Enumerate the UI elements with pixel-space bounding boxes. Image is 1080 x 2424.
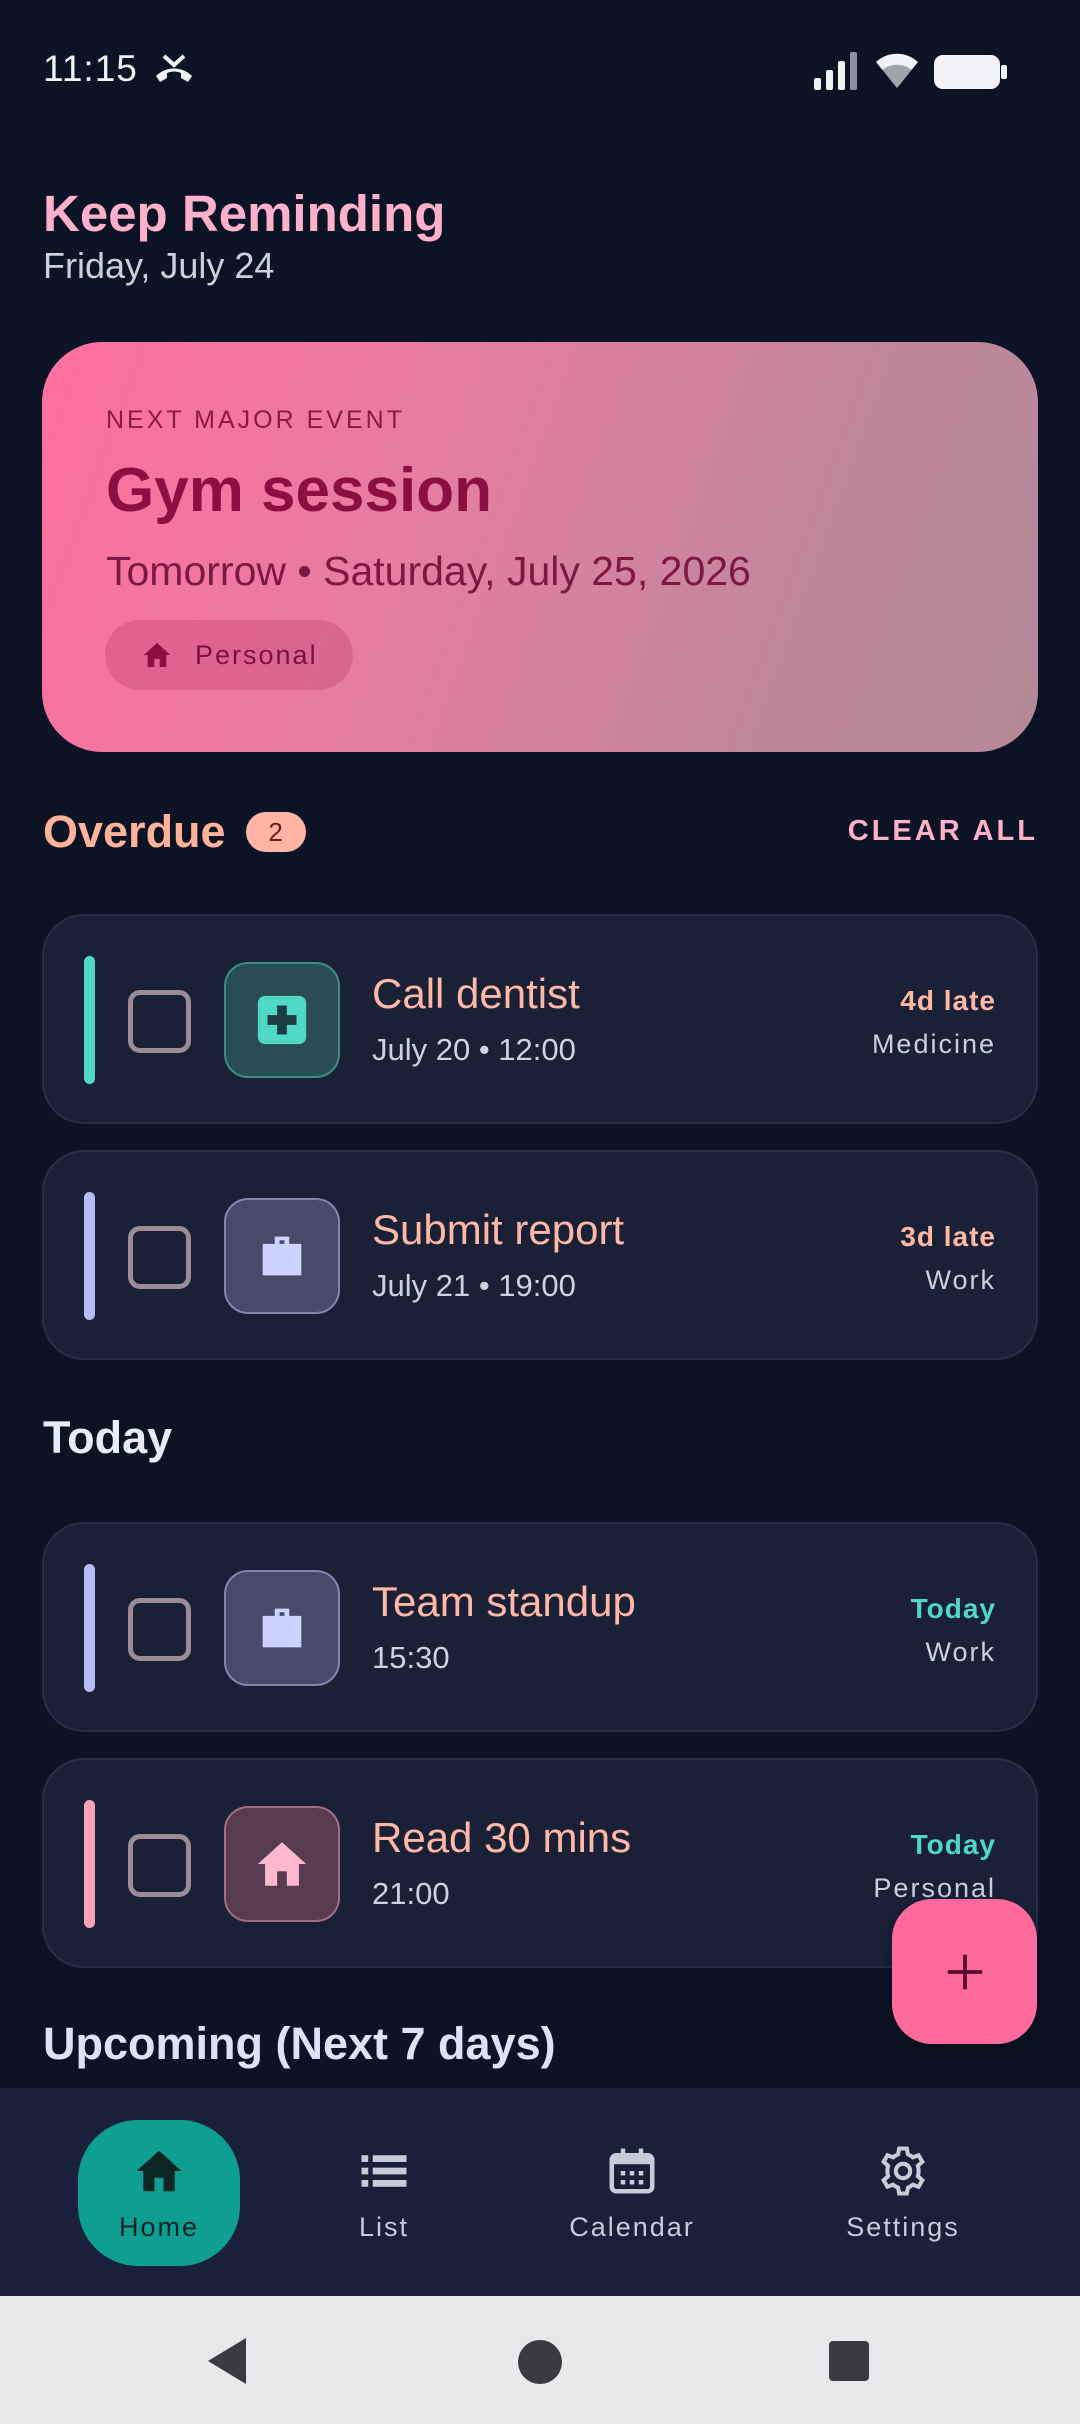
medical-icon bbox=[257, 995, 307, 1045]
task-datetime: July 21 • 19:00 bbox=[372, 1268, 576, 1303]
status-bar: 11:15 bbox=[0, 0, 1080, 140]
missed-call-icon bbox=[156, 54, 192, 82]
upcoming-title: Upcoming (Next 7 days) bbox=[43, 2018, 556, 2069]
chip-label: Personal bbox=[195, 639, 318, 670]
home-circle-icon[interactable] bbox=[517, 2339, 563, 2385]
app-title: Keep Reminding bbox=[43, 185, 446, 242]
task-card[interactable]: Submit report July 21 • 19:00 3d late Wo… bbox=[42, 1150, 1038, 1360]
today-title: Today bbox=[43, 1412, 173, 1463]
gear-icon bbox=[881, 2145, 925, 2196]
task-category: Work bbox=[925, 1265, 996, 1295]
overdue-header: Overdue 2 bbox=[43, 806, 306, 858]
task-datetime: 21:00 bbox=[372, 1876, 450, 1911]
task-card[interactable]: Team standup 15:30 Today Work bbox=[42, 1522, 1038, 1732]
task-category-icon bbox=[224, 1570, 340, 1686]
task-accent-bar bbox=[84, 1800, 95, 1928]
task-title: Team standup bbox=[372, 1578, 636, 1625]
system-navigation-bar bbox=[0, 2296, 1080, 2424]
task-checkbox[interactable] bbox=[128, 1834, 191, 1897]
nav-label: Home bbox=[118, 2211, 200, 2242]
overdue-count-badge: 2 bbox=[245, 812, 306, 852]
task-category: Medicine bbox=[871, 1029, 996, 1059]
signal-icon bbox=[814, 52, 857, 90]
briefcase-icon bbox=[262, 1608, 302, 1648]
task-checkbox[interactable] bbox=[128, 1226, 191, 1289]
task-checkbox[interactable] bbox=[128, 990, 191, 1053]
battery-icon bbox=[934, 55, 1007, 89]
bottom-navigation: Home List Calendar Settings bbox=[0, 2088, 1080, 2296]
task-title: Read 30 mins bbox=[372, 1814, 632, 1861]
task-status: 3d late bbox=[900, 1221, 996, 1252]
task-accent-bar bbox=[84, 1192, 95, 1320]
next-event-label: NEXT MAJOR EVENT bbox=[106, 406, 405, 434]
overdue-title: Overdue bbox=[43, 806, 226, 857]
plus-icon bbox=[947, 1954, 982, 1989]
task-category-icon bbox=[224, 962, 340, 1078]
task-title: Call dentist bbox=[372, 970, 580, 1017]
task-status: 4d late bbox=[900, 985, 996, 1016]
task-status: Today bbox=[910, 1829, 996, 1860]
today-header: Today bbox=[43, 1412, 172, 1464]
nav-calendar[interactable]: Calendar bbox=[552, 2120, 712, 2266]
add-reminder-button[interactable] bbox=[892, 1899, 1037, 2044]
status-time: 11:15 bbox=[43, 48, 138, 89]
home-icon bbox=[257, 1842, 307, 1886]
back-icon[interactable] bbox=[204, 2336, 250, 2386]
task-datetime: July 20 • 12:00 bbox=[372, 1032, 576, 1067]
nav-home[interactable]: Home bbox=[78, 2120, 240, 2266]
current-date: Friday, July 24 bbox=[43, 245, 275, 286]
nav-label: Settings bbox=[846, 2211, 960, 2242]
home-icon bbox=[136, 2150, 182, 2191]
task-title: Submit report bbox=[372, 1206, 625, 1253]
clear-all-button[interactable]: CLEAR ALL bbox=[848, 815, 1038, 848]
next-event-category-chip: Personal bbox=[105, 620, 353, 690]
task-category: Work bbox=[925, 1637, 996, 1667]
nav-settings[interactable]: Settings bbox=[830, 2120, 976, 2266]
task-category-icon bbox=[224, 1806, 340, 1922]
list-icon bbox=[361, 2154, 407, 2187]
next-event-title: Gym session bbox=[106, 456, 492, 525]
task-card[interactable]: Read 30 mins 21:00 Today Personal bbox=[42, 1758, 1038, 1968]
wifi-icon bbox=[876, 53, 918, 88]
task-datetime: 15:30 bbox=[372, 1640, 450, 1675]
task-accent-bar bbox=[84, 1564, 95, 1692]
next-event-date: Tomorrow • Saturday, July 25, 2026 bbox=[106, 548, 751, 594]
nav-list[interactable]: List bbox=[324, 2120, 444, 2266]
home-icon bbox=[143, 643, 171, 667]
task-card[interactable]: Call dentist July 20 • 12:00 4d late Med… bbox=[42, 914, 1038, 1124]
calendar-icon bbox=[609, 2148, 655, 2193]
task-accent-bar bbox=[84, 956, 95, 1084]
briefcase-icon bbox=[262, 1236, 302, 1276]
task-checkbox[interactable] bbox=[128, 1598, 191, 1661]
nav-label: Calendar bbox=[569, 2211, 695, 2242]
recent-apps-icon[interactable] bbox=[829, 2341, 869, 2381]
next-event-card[interactable]: NEXT MAJOR EVENT Gym session Tomorrow • … bbox=[42, 342, 1038, 752]
task-category-icon bbox=[224, 1198, 340, 1314]
task-status: Today bbox=[910, 1593, 996, 1624]
nav-label: List bbox=[358, 2211, 410, 2242]
